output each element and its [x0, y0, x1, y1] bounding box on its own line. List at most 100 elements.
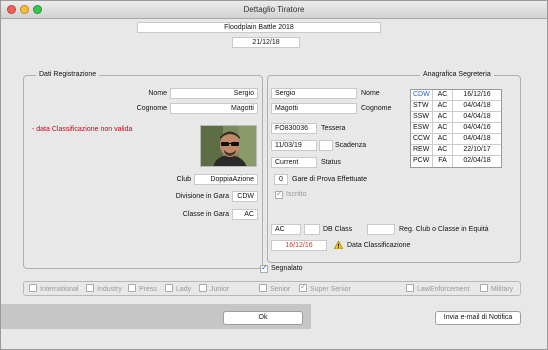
military-checkbox[interactable] — [480, 284, 488, 292]
lady-label: Lady — [176, 286, 192, 293]
class-label: Classe in Gara — [182, 211, 229, 218]
data-class-field[interactable]: 16/12/16 — [271, 240, 327, 251]
scadenza-field[interactable]: 11/03/19 — [271, 140, 317, 151]
category-senior[interactable]: Senior — [259, 284, 290, 293]
classification-division: REW — [413, 146, 430, 153]
classification-date: 04/04/18 — [463, 135, 491, 142]
club-label: Club — [176, 176, 191, 183]
classification-table: CDW AC 16/12/16 STW AC 04/04/18 SSW AC 04/04/18 E… — [410, 89, 502, 168]
classification-row[interactable]: ESW AC 04/04/16 — [411, 123, 501, 134]
classification-row[interactable]: CDW AC 16/12/16 — [411, 90, 501, 101]
classification-date: 04/04/18 — [463, 113, 491, 120]
cognome-field[interactable]: Magotti — [170, 103, 258, 114]
division-field[interactable]: CDW — [232, 191, 258, 202]
international-checkbox[interactable] — [29, 284, 37, 292]
classification-date: 16/12/16 — [463, 91, 491, 98]
classification-class: AC — [432, 134, 453, 144]
category-press[interactable]: Press — [128, 284, 157, 293]
data-class-label: Data Classificazione — [347, 242, 411, 249]
warning-icon — [334, 241, 343, 249]
classification-row[interactable]: CCW AC 04/04/18 — [411, 134, 501, 145]
classification-date: 02/04/18 — [463, 157, 491, 164]
window-title: Dettaglio Tiratore — [243, 5, 305, 14]
send-notification-email-button[interactable]: Invia e-mail di Notifica — [435, 311, 521, 325]
industry-checkbox[interactable] — [86, 284, 94, 292]
scadenza-extra-field[interactable] — [319, 140, 333, 151]
senior-checkbox[interactable] — [259, 284, 267, 292]
registration-group-title: Dati Registrazione — [36, 71, 100, 78]
reg-club-field[interactable] — [367, 224, 395, 235]
classification-division: CDW — [413, 91, 430, 98]
classification-division: SSW — [413, 113, 429, 120]
registry-group-title: Anagrafica Segreteria — [420, 71, 494, 78]
portrait-image — [201, 126, 256, 166]
registry-cognome-field[interactable]: Magotti — [271, 103, 357, 114]
iscritto-checkbox[interactable] — [275, 189, 283, 199]
classification-row[interactable]: SSW AC 04/04/18 — [411, 112, 501, 123]
registry-nome-label: Nome — [361, 90, 380, 97]
classification-class: AC — [432, 112, 453, 122]
classification-class: AC — [432, 101, 453, 111]
nome-label: Nome — [148, 90, 167, 97]
classification-division: PCW — [413, 157, 430, 164]
category-junior[interactable]: Junior — [199, 284, 229, 293]
title-bar: Dettaglio Tiratore — [1, 1, 547, 19]
industry-label: Industry — [97, 286, 122, 293]
scadenza-label: Scadenza — [335, 142, 367, 149]
gare-field[interactable]: 0 — [274, 174, 288, 185]
super-senior-checkbox[interactable] — [299, 282, 307, 292]
classification-date: 04/04/18 — [463, 102, 491, 109]
nome-field[interactable]: Sergio — [170, 88, 258, 99]
press-label: Press — [139, 286, 157, 293]
super-senior-label: Super Senior — [310, 286, 351, 293]
reg-club-label: Reg. Club o Classe in Equità — [399, 226, 489, 233]
classification-class: AC — [432, 145, 453, 155]
status-field[interactable]: Current — [271, 157, 317, 168]
law-enforcement-label: LawEnforcement — [417, 286, 470, 293]
tessera-field[interactable]: FO830036 — [271, 123, 317, 134]
db-class-label: DB Class — [323, 226, 353, 233]
junior-checkbox[interactable] — [199, 284, 207, 292]
classification-division: STW — [413, 102, 429, 109]
segnalato-label: Segnalato — [271, 265, 303, 272]
class-field[interactable]: AC — [232, 209, 258, 220]
category-industry[interactable]: Industry — [86, 284, 122, 293]
classification-row[interactable]: PCW FA 02/04/18 — [411, 156, 501, 167]
law-enforcement-checkbox[interactable] — [406, 284, 414, 292]
shooter-photo — [200, 125, 257, 167]
tessera-label: Tessera — [321, 125, 346, 132]
category-super-senior[interactable]: Super Senior — [299, 282, 351, 293]
status-label: Status — [321, 159, 341, 166]
lady-checkbox[interactable] — [165, 284, 173, 292]
registry-nome-field[interactable]: Sergio — [271, 88, 357, 99]
category-international[interactable]: International — [29, 284, 79, 293]
iscritto-label: Iscritto — [286, 191, 307, 198]
category-lady[interactable]: Lady — [165, 284, 191, 293]
club-field[interactable]: DoppiaAzione — [194, 174, 258, 185]
classification-warning: - data Classificazione non valida — [32, 126, 133, 133]
db-class-value-field[interactable]: AC — [271, 224, 301, 235]
ok-button[interactable]: Ok — [223, 311, 303, 325]
segnalato-checkbox[interactable] — [260, 263, 268, 273]
classification-row[interactable]: STW AC 04/04/18 — [411, 101, 501, 112]
international-label: International — [40, 286, 79, 293]
category-law-enforcement[interactable]: LawEnforcement — [406, 284, 470, 293]
registry-cognome-label: Cognome — [361, 105, 392, 112]
press-checkbox[interactable] — [128, 284, 136, 292]
classification-row[interactable]: REW AC 22/10/17 — [411, 145, 501, 156]
junior-label: Junior — [210, 286, 230, 293]
classification-division: CCW — [413, 135, 430, 142]
division-label: Divisione in Gara — [175, 193, 229, 200]
classification-class: AC — [432, 90, 453, 100]
event-date-field[interactable]: 21/12/18 — [232, 37, 300, 48]
military-label: Military — [491, 286, 514, 293]
classification-class: AC — [432, 123, 453, 133]
classification-date: 22/10/17 — [463, 146, 491, 153]
db-class-extra-field[interactable] — [304, 224, 320, 235]
senior-label: Senior — [270, 286, 291, 293]
event-name-field[interactable]: Floodplain Battle 2018 — [137, 22, 381, 33]
gare-label: Gare di Prova Effettuate — [292, 176, 367, 183]
category-military[interactable]: Military — [480, 284, 513, 293]
detail-window: Dettaglio Tiratore Floodplain Battle 201… — [0, 0, 548, 350]
classification-division: ESW — [413, 124, 429, 131]
